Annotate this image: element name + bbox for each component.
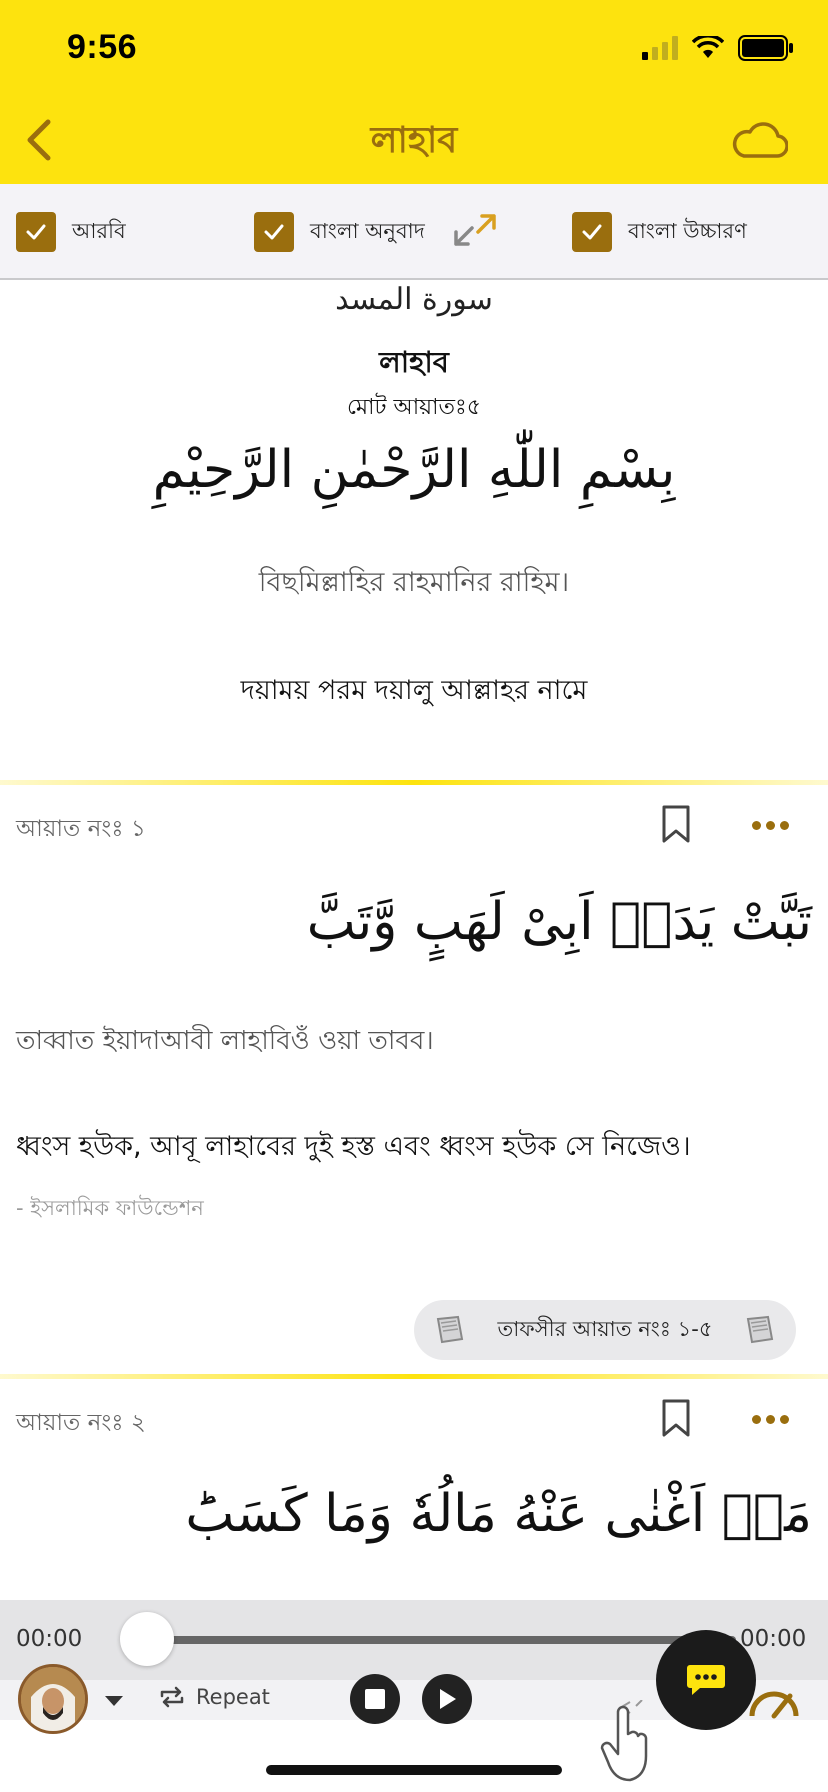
ayah-count: মোট আয়াতঃ৫	[346, 395, 481, 420]
play-icon	[440, 1689, 456, 1709]
check-icon	[26, 224, 46, 240]
option-label: বাংলা অনুবাদ	[310, 218, 425, 243]
ayah-number: আয়াত নংঃ ১	[16, 816, 146, 842]
current-time: 00:00	[16, 1626, 83, 1652]
checkbox-arabic[interactable]	[16, 212, 56, 252]
ayah-number: আয়াত নংঃ ২	[16, 1410, 146, 1436]
option-arabic[interactable]: আরবি	[16, 212, 126, 252]
tap-gesture-hand-icon	[600, 1700, 648, 1782]
status-time: 9:56	[67, 28, 138, 66]
tafsir-label: তাফসীর আয়াত নংঃ ১-৫	[497, 1316, 713, 1341]
reciter-portrait	[21, 1667, 85, 1731]
bismillah-translation: দয়াময় পরম দয়ালু আল্লাহর নামে	[240, 675, 588, 706]
play-button[interactable]	[422, 1674, 472, 1724]
repeat-label: Repeat	[196, 1685, 270, 1709]
chat-button[interactable]	[656, 1630, 756, 1730]
signal-icon	[642, 36, 678, 60]
check-icon	[582, 224, 602, 240]
surah-bangla-name: লাহাব	[379, 345, 449, 379]
bookmark-icon[interactable]	[660, 1398, 692, 1438]
more-options-icon[interactable]	[752, 1413, 792, 1425]
option-bangla-translation[interactable]: বাংলা অনুবাদ	[254, 212, 425, 252]
book-icon	[746, 1315, 774, 1344]
repeat-icon	[160, 1686, 184, 1708]
progress-track[interactable]	[146, 1636, 736, 1644]
swap-arrows-icon[interactable]	[452, 212, 498, 248]
option-bangla-pronunciation[interactable]: বাংলা উচ্চারণ	[572, 212, 747, 252]
divider	[0, 780, 828, 785]
ayah-translation: ধ্বংস হউক, আবূ লাহাবের দুই হস্ত এবং ধ্বং…	[16, 1131, 691, 1162]
chevron-down-icon[interactable]	[103, 1694, 125, 1708]
page-title: লাহাব	[370, 120, 458, 161]
stop-icon	[365, 1689, 385, 1709]
total-time: 00:00	[740, 1626, 807, 1652]
bismillah-arabic: بِسْمِ اللّٰهِ الرَّحْمٰنِ الرَّحِيْمِ	[152, 440, 676, 500]
book-icon	[436, 1315, 464, 1344]
display-options-bar: আরবি বাংলা অনুবাদ বাংলা উচ্চারণ	[0, 184, 828, 280]
checkbox-bangla-pronunciation[interactable]	[572, 212, 612, 252]
ayah-arabic: مَاۤ اَغْنٰى عَنْهُ مَالُهٗ وَمَا كَسَبَ…	[185, 1484, 812, 1544]
repeat-toggle[interactable]: Repeat	[158, 1684, 270, 1710]
tafsir-button[interactable]: তাফসীর আয়াত নংঃ ১-৫	[414, 1300, 796, 1360]
bookmark-icon[interactable]	[660, 804, 692, 844]
reciter-avatar[interactable]	[18, 1664, 88, 1734]
stop-button[interactable]	[350, 1674, 400, 1724]
home-indicator	[266, 1765, 562, 1775]
ayah-arabic: تَبَّتْ يَدَاۤ اَبِىْ لَهَبٍ وَّتَبَّ	[306, 892, 812, 952]
check-icon	[264, 224, 284, 240]
battery-icon	[738, 35, 793, 61]
progress-knob[interactable]	[120, 1612, 174, 1666]
checkbox-bangla-translation[interactable]	[254, 212, 294, 252]
option-label: বাংলা উচ্চারণ	[628, 218, 747, 243]
chat-bubble-icon	[687, 1665, 725, 1695]
status-icons	[642, 34, 794, 62]
divider	[0, 1374, 828, 1379]
wifi-icon	[692, 36, 724, 58]
translation-source: - ইসলামিক ফাউন্ডেশন	[16, 1196, 204, 1220]
more-options-icon[interactable]	[752, 819, 792, 831]
cloud-icon[interactable]	[730, 118, 788, 160]
option-label: আরবি	[72, 218, 126, 243]
app-header: 9:56 লাহাব	[0, 0, 828, 184]
bismillah-transliteration: বিছমিল্লাহির রাহমানির রাহিম।	[258, 567, 570, 598]
ayah-transliteration: তাব্বাত ইয়াদাআবী লাহাবিওঁ ওয়া তাবব।	[16, 1026, 434, 1056]
surah-arabic-name: سورة المسد	[335, 282, 493, 317]
